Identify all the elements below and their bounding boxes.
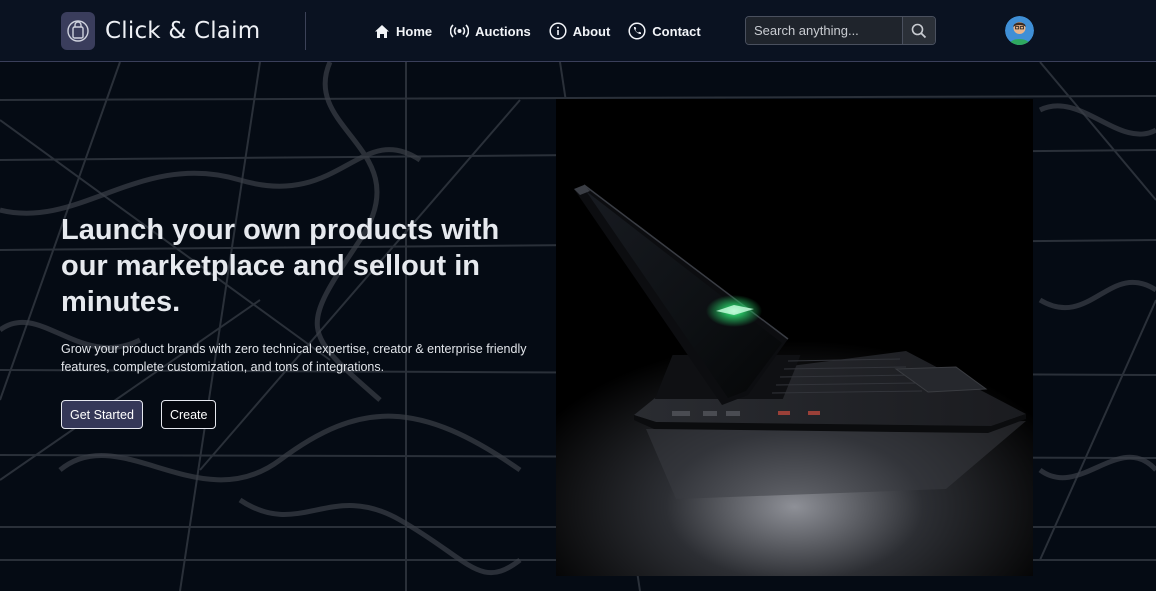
- search-icon: [911, 23, 927, 38]
- nav-links: Home Auctions About Contact: [374, 20, 719, 42]
- hero-title: Launch your own products with our market…: [61, 214, 500, 318]
- nav-link-contact[interactable]: Contact: [628, 22, 701, 40]
- hero-description: Grow your product brands with zero techn…: [61, 342, 527, 374]
- user-avatar[interactable]: [1005, 16, 1034, 45]
- broadcast-icon: [450, 24, 470, 38]
- shopping-bag-icon: [61, 12, 95, 50]
- search-button[interactable]: [902, 17, 935, 44]
- brand-name: Click & Claim: [105, 18, 261, 44]
- home-icon: [375, 24, 389, 38]
- info-icon: [549, 22, 567, 40]
- hero-section: Launch your own products with our market…: [61, 212, 551, 429]
- hero-laptop-image: [556, 99, 1033, 576]
- top-navbar: Click & Claim Home Auctions About Contac…: [0, 0, 1156, 62]
- nav-divider: [305, 12, 306, 50]
- phone-icon: [628, 22, 646, 40]
- nav-link-auctions-label: Auctions: [475, 23, 531, 39]
- hero-actions: Get Started Create: [61, 400, 551, 429]
- brand-link[interactable]: Click & Claim: [61, 12, 260, 50]
- search-input[interactable]: [746, 17, 902, 44]
- get-started-button[interactable]: Get Started: [61, 400, 143, 429]
- nav-link-home[interactable]: Home: [374, 24, 432, 39]
- nav-link-about[interactable]: About: [549, 22, 611, 40]
- nav-link-about-label: About: [572, 23, 611, 39]
- nav-link-auctions[interactable]: Auctions: [450, 23, 531, 39]
- create-button[interactable]: Create: [160, 400, 217, 429]
- nav-link-home-label: Home: [396, 23, 433, 39]
- nav-link-contact-label: Contact: [652, 23, 701, 39]
- search-bar: [745, 16, 936, 45]
